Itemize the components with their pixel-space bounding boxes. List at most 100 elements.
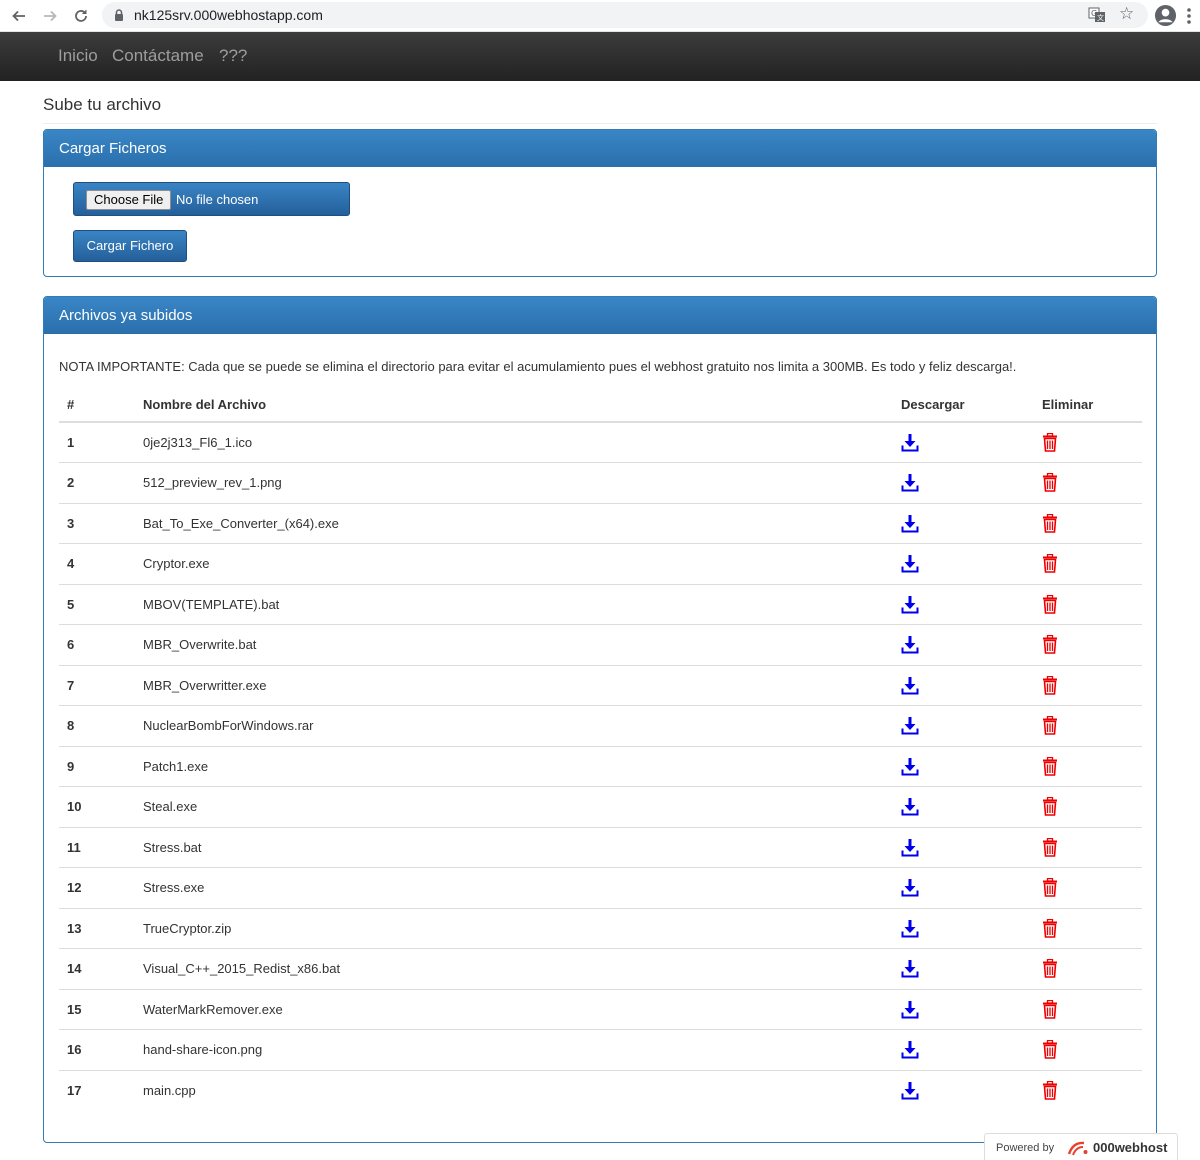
row-number: 14 (59, 948, 135, 989)
column-header-delete: Eliminar (1034, 387, 1142, 423)
trash-icon[interactable] (1042, 756, 1134, 776)
delete-cell (1034, 462, 1142, 503)
translate-icon[interactable]: G文 (1088, 7, 1106, 23)
row-number: 3 (59, 502, 135, 544)
files-panel: Archivos ya subidos NOTA IMPORTANTE: Cad… (43, 296, 1157, 1143)
file-input[interactable]: Choose File No file chosen (73, 182, 350, 216)
trash-icon[interactable] (1042, 1040, 1134, 1060)
download-cell (893, 907, 1034, 949)
download-icon[interactable] (901, 473, 1026, 492)
row-number: 15 (59, 988, 135, 1030)
reload-icon[interactable] (69, 4, 93, 28)
row-number: 8 (59, 705, 135, 746)
download-icon[interactable] (901, 919, 1026, 938)
important-note: NOTA IMPORTANTE: Cada que se puede se el… (59, 359, 1017, 374)
profile-avatar-icon[interactable] (1154, 4, 1177, 27)
back-arrow-icon[interactable] (7, 4, 31, 28)
column-header-number: # (59, 387, 135, 423)
trash-icon[interactable] (1042, 1081, 1134, 1100)
row-number: 5 (59, 583, 135, 625)
powered-by-text: Powered by (996, 1142, 1055, 1154)
download-icon[interactable] (901, 838, 1026, 857)
delete-cell (1034, 421, 1142, 463)
download-cell (893, 745, 1034, 787)
trash-icon[interactable] (1042, 513, 1134, 533)
file-name: Stress.exe (135, 867, 893, 908)
navbar: Inicio Contáctame ??? (0, 32, 1200, 81)
download-icon[interactable] (901, 1000, 1026, 1019)
download-icon[interactable] (901, 595, 1026, 614)
trash-icon[interactable] (1042, 837, 1134, 857)
download-cell (893, 1029, 1034, 1070)
url-text: nk125srv.000webhostapp.com (134, 7, 323, 23)
download-cell (893, 1069, 1034, 1111)
trash-icon[interactable] (1042, 716, 1134, 736)
row-number: 1 (59, 421, 135, 463)
trash-icon[interactable] (1042, 918, 1134, 938)
download-icon[interactable] (901, 1040, 1026, 1059)
download-icon[interactable] (901, 635, 1026, 654)
trash-icon[interactable] (1042, 675, 1134, 695)
trash-icon[interactable] (1042, 594, 1134, 614)
upload-panel: Cargar Ficheros Choose File No file chos… (43, 129, 1157, 277)
trash-icon[interactable] (1042, 797, 1134, 817)
more-menu-icon[interactable] (1186, 6, 1192, 26)
row-number: 12 (59, 867, 135, 908)
forward-arrow-icon[interactable] (38, 4, 62, 28)
table-row: 7 MBR_Overwritter.exe (59, 664, 1142, 706)
upload-submit-button[interactable]: Cargar Fichero (73, 230, 187, 262)
download-icon[interactable] (901, 1081, 1026, 1100)
download-cell (893, 583, 1034, 625)
download-icon[interactable] (901, 433, 1026, 452)
download-cell (893, 826, 1034, 868)
nav-link-misc[interactable]: ??? (219, 46, 247, 66)
bookmark-star-icon[interactable]: ☆ (1119, 4, 1134, 24)
delete-cell (1034, 826, 1142, 868)
table-row: 8 NuclearBombForWindows.rar (59, 705, 1142, 746)
delete-cell (1034, 624, 1142, 665)
trash-icon[interactable] (1042, 433, 1134, 452)
svg-text:文: 文 (1097, 13, 1104, 22)
row-number: 13 (59, 907, 135, 949)
table-row: 5 MBOV(TEMPLATE).bat (59, 583, 1142, 625)
download-cell (893, 664, 1034, 706)
download-icon[interactable] (901, 878, 1026, 897)
000webhost-logo-icon (1067, 1141, 1088, 1156)
download-icon[interactable] (901, 959, 1026, 978)
table-row: 9 Patch1.exe (59, 745, 1142, 787)
trash-icon[interactable] (1042, 473, 1134, 493)
nav-link-contactame[interactable]: Contáctame (112, 46, 204, 66)
table-row: 17 main.cpp (59, 1069, 1142, 1111)
file-name: Bat_To_Exe_Converter_(x64).exe (135, 502, 893, 544)
table-row: 15 WaterMarkRemover.exe (59, 988, 1142, 1030)
file-name: main.cpp (135, 1069, 893, 1111)
table-row: 4 Cryptor.exe (59, 543, 1142, 584)
row-number: 11 (59, 826, 135, 868)
download-icon[interactable] (901, 757, 1026, 776)
delete-cell (1034, 543, 1142, 584)
trash-icon[interactable] (1042, 959, 1134, 979)
row-number: 7 (59, 664, 135, 706)
choose-file-button[interactable]: Choose File (86, 190, 172, 210)
powered-by-badge[interactable]: Powered by 000webhost (984, 1133, 1178, 1160)
column-header-download: Descargar (893, 387, 1034, 423)
delete-cell (1034, 786, 1142, 827)
download-icon[interactable] (901, 797, 1026, 816)
download-icon[interactable] (901, 716, 1026, 735)
download-icon[interactable] (901, 554, 1026, 573)
file-name: WaterMarkRemover.exe (135, 988, 893, 1030)
download-icon[interactable] (901, 676, 1026, 695)
nav-link-inicio[interactable]: Inicio (58, 46, 98, 66)
row-number: 2 (59, 462, 135, 503)
table-row: 11 Stress.bat (59, 826, 1142, 868)
trash-icon[interactable] (1042, 878, 1134, 898)
address-bar[interactable]: nk125srv.000webhostapp.com G文 ☆ (102, 2, 1148, 28)
row-number: 9 (59, 745, 135, 787)
trash-icon[interactable] (1042, 635, 1134, 655)
trash-icon[interactable] (1042, 999, 1134, 1019)
download-icon[interactable] (901, 514, 1026, 533)
files-panel-title: Archivos ya subidos (44, 297, 1156, 334)
trash-icon[interactable] (1042, 554, 1134, 574)
download-cell (893, 988, 1034, 1030)
header-divider (43, 123, 1157, 124)
